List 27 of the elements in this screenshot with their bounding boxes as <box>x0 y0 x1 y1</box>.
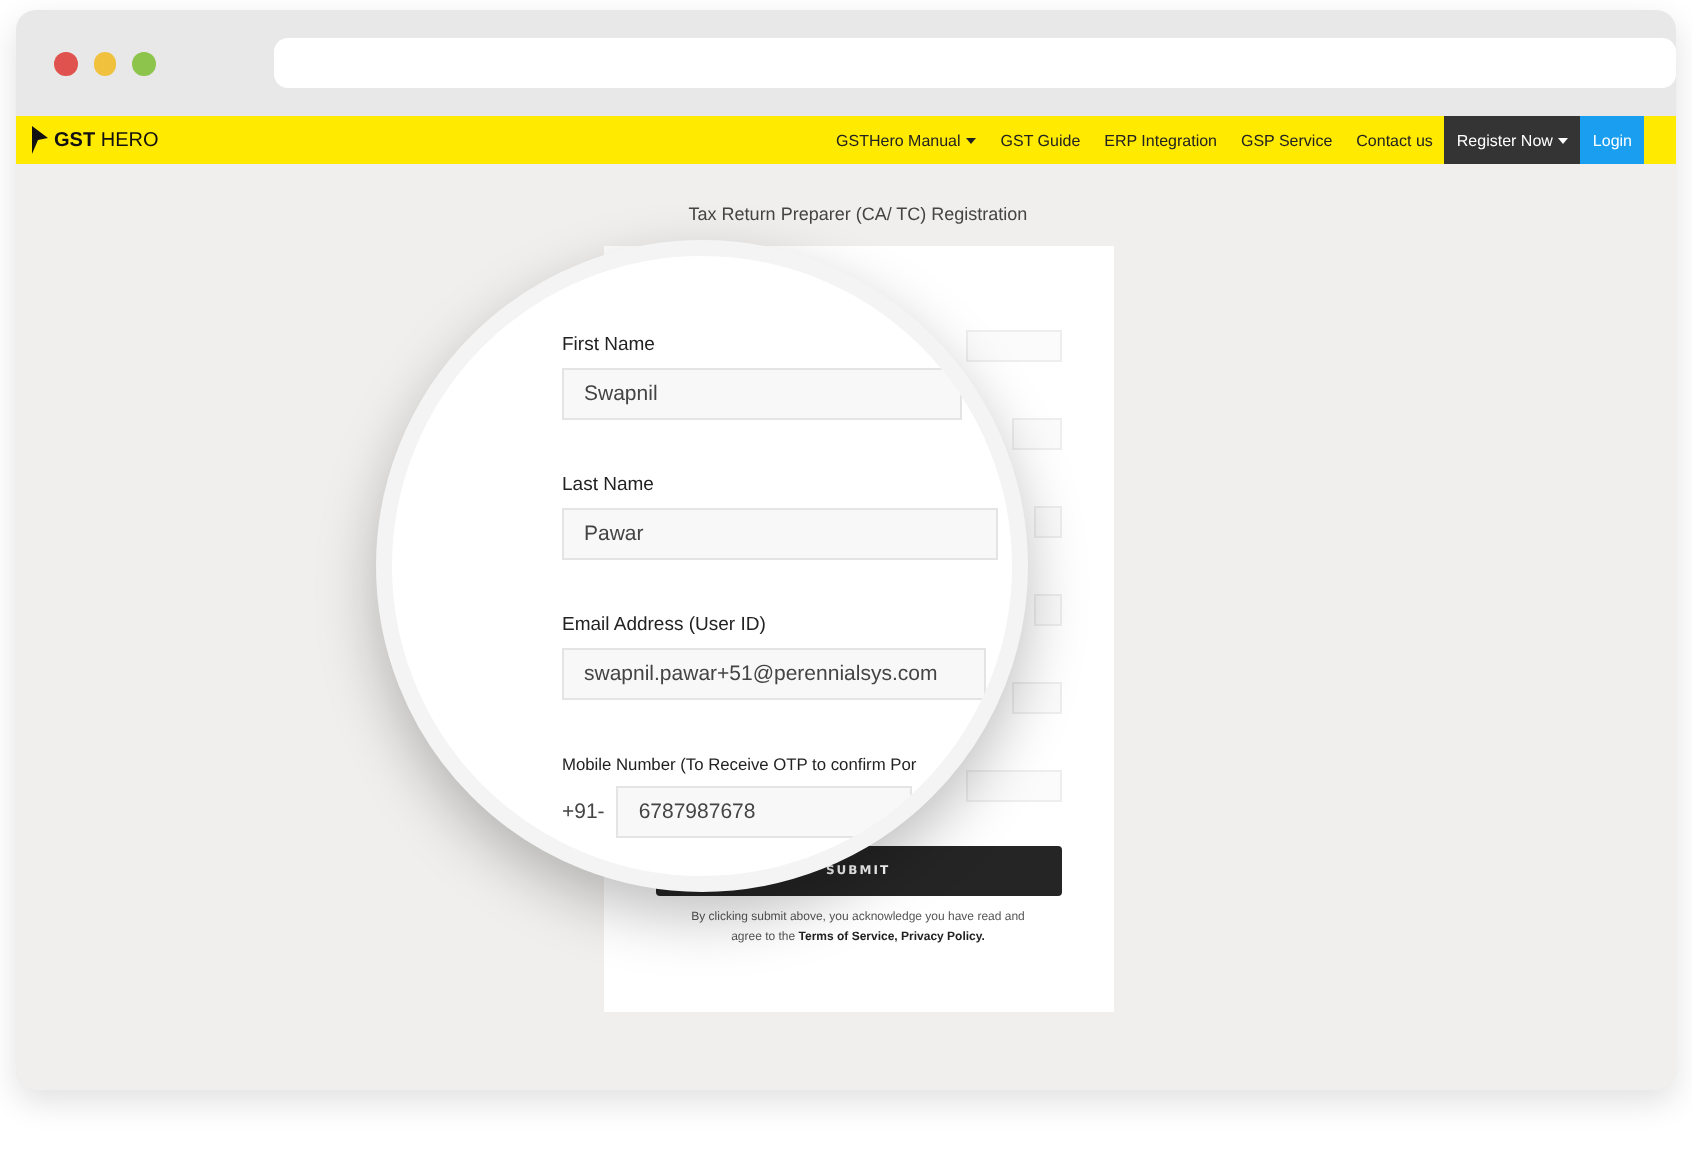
input-field[interactable] <box>1033 506 1061 538</box>
field-label: Email Address (User ID) <box>562 614 766 636</box>
field-label: Last Name <box>562 474 654 496</box>
close-icon[interactable] <box>54 51 78 75</box>
maximize-icon[interactable] <box>132 51 157 75</box>
nav-link[interactable]: GST Guide <box>988 116 1093 164</box>
page-title: Tax Return Preparer (CA/ TC) Registration <box>688 204 1028 224</box>
input-field[interactable] <box>1033 594 1061 626</box>
input-field[interactable]: 6787987678 <box>616 786 913 838</box>
input-field[interactable]: Pawar <box>562 508 998 560</box>
input-field[interactable]: swapnil.pawar+51@perennialsys.com <box>562 648 986 700</box>
bolt-logo-icon <box>32 126 48 154</box>
field-label: First Name <box>562 334 655 356</box>
input-field[interactable] <box>1011 418 1061 450</box>
register-button[interactable]: Register Now <box>1444 116 1581 164</box>
nav-link[interactable]: Contact us <box>1344 116 1445 164</box>
nav-link[interactable]: GSP Service <box>1229 116 1345 164</box>
input-field[interactable] <box>965 330 1061 362</box>
nav-link[interactable]: GSTHero Manual <box>824 116 989 164</box>
nav-link[interactable]: ERP Integration <box>1092 116 1229 164</box>
country-code: +91- <box>562 800 605 824</box>
logo-text[interactable]: GST HERO <box>54 129 159 151</box>
input-field[interactable] <box>965 770 1061 802</box>
input-field[interactable]: Swapnil <box>562 368 962 420</box>
minimize-icon[interactable] <box>93 51 117 75</box>
input-field[interactable] <box>1011 682 1061 714</box>
field-label: Mobile Number (To Receive OTP to confirm Por <box>562 754 917 774</box>
